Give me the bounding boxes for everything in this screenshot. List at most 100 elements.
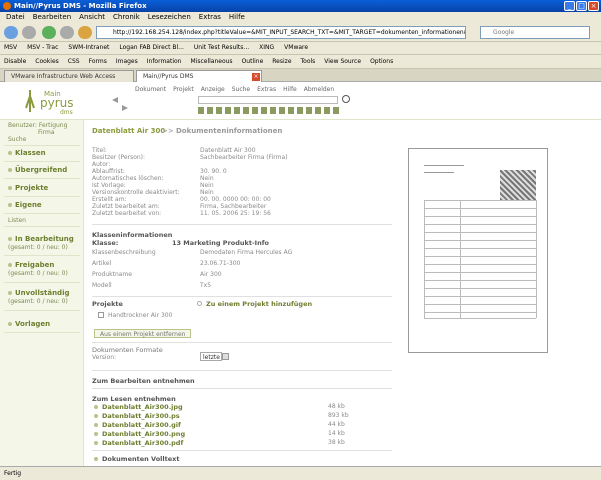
sidebar-item-klassen[interactable]: Klassen [15,149,46,157]
dev-css[interactable]: CSS [68,58,80,65]
toolbar-icon[interactable] [252,107,258,114]
sidebar-item-eigene[interactable]: Eigene [15,201,42,209]
minimize-button[interactable]: _ [564,1,575,11]
sidebar-lists-label: Listen [8,217,26,224]
forward-button[interactable] [22,26,36,39]
menu-lesezeichen[interactable]: Lesezeichen [148,13,191,22]
search-icon[interactable] [342,95,350,103]
menu-hilfe[interactable]: Hilfe [229,13,245,22]
dev-miscellaneous[interactable]: Miscellaneous [190,58,232,65]
file-link[interactable]: Datenblatt_Air300.gif [102,421,181,429]
dev-cookies[interactable]: Cookies [35,58,59,65]
tab-close-icon[interactable]: × [252,73,260,81]
dev-information[interactable]: Information [147,58,182,65]
app-menu-projekt[interactable]: Projekt [173,86,194,93]
toolbar-icon[interactable] [225,107,231,114]
file-link[interactable]: Datenblatt_Air300.png [102,430,185,438]
bookmark-item[interactable]: SWM-Intranet [68,44,109,52]
app-menu-anzeige[interactable]: Anzeige [201,86,225,93]
sidebar-item-projekte[interactable]: Projekte [15,184,48,192]
info-label: Besitzer (Person): [92,154,146,161]
toolbar-icon[interactable] [234,107,240,114]
remove-from-project-button[interactable]: Aus einem Projekt entfernen [94,329,192,338]
toolbar-icon[interactable] [270,107,276,114]
toolbar-icon[interactable] [279,107,285,114]
project-checkbox-label: Handtrockner Air 300 [108,312,173,319]
info-label: Zuletzt bearbeitet von: [92,210,162,217]
tab-pyrus[interactable]: Main//Pyrus DMS [136,70,262,82]
classinfo-label: Modell [92,282,112,289]
app-menu-suche[interactable]: Suche [232,86,250,93]
menubar: Datei Bearbeiten Ansicht Chronik Lesezei… [0,12,601,23]
sidebar-item-unvollstaendig[interactable]: Unvollständig [15,289,69,297]
sidebar-item-freigaben[interactable]: Freigaben [15,261,54,269]
dev-options[interactable]: Options [370,58,393,65]
app-menu-hilfe[interactable]: Hilfe [283,86,297,93]
bookmark-item[interactable]: XING [259,44,274,52]
menu-extras[interactable]: Extras [199,13,221,22]
bookmark-item[interactable]: MSV [4,44,17,52]
bookmark-item[interactable]: Logan FAB Direct Bl... [119,44,184,52]
add-to-project-link[interactable]: Zu einem Projekt hinzufügen [206,300,312,308]
toolbar-icon[interactable] [324,107,330,114]
sidebar: Benutzer: Fertigung Firma Suche Klassen … [0,120,84,466]
bookmark-item[interactable]: MSV - Trac [27,44,58,52]
toolbar-icon[interactable] [288,107,294,114]
toolbar-icon[interactable] [315,107,321,114]
menu-ansicht[interactable]: Ansicht [79,13,105,22]
sidebar-count: (gesamt: 0 / neu: 0) [8,270,68,277]
home-button[interactable] [78,26,92,39]
maximize-button[interactable]: □ [576,1,587,11]
menu-chronik[interactable]: Chronik [113,13,140,22]
app-search-input[interactable] [198,96,338,104]
app-menu-extras[interactable]: Extras [257,86,276,93]
sidebar-item-uebergreifend[interactable]: Übergreifend [15,166,67,174]
toolbar-icon[interactable] [198,107,204,114]
file-link[interactable]: Datenblatt_Air300.jpg [102,403,183,411]
version-select[interactable]: letzte [200,352,222,361]
toolbar-icon[interactable] [207,107,213,114]
stop-button[interactable] [60,26,74,39]
info-value: Nein [200,189,214,196]
bookmark-item[interactable]: VMware [284,44,308,52]
app-back-icon[interactable] [112,97,118,103]
chevron-down-icon[interactable] [222,353,229,360]
dev-images[interactable]: Images [116,58,138,65]
file-link[interactable]: Datenblatt_Air300.pdf [102,439,183,447]
toolbar-icon[interactable] [261,107,267,114]
menu-bearbeiten[interactable]: Bearbeiten [33,13,71,22]
app-menu-abmelden[interactable]: Abmelden [304,86,334,93]
dev-view-source[interactable]: View Source [324,58,361,65]
close-button[interactable]: × [588,1,599,11]
app-forward-icon[interactable] [122,105,128,111]
dev-outline[interactable]: Outline [242,58,264,65]
breadcrumb-doc[interactable]: Datenblatt Air 300 [92,127,165,135]
pyrus-logo[interactable]: Main pyrus dms [22,86,82,116]
toolbar-icon[interactable] [243,107,249,114]
sidebar-item-vorlagen[interactable]: Vorlagen [15,320,50,328]
url-input[interactable]: http://192.168.254.128/index.php?titleVa… [96,26,466,39]
file-link[interactable]: Datenblatt_Air300.ps [102,412,180,420]
toolbar-icon[interactable] [216,107,222,114]
bookmark-item[interactable]: Unit Test Results... [194,44,249,52]
add-project-icon[interactable] [197,301,202,306]
menu-datei[interactable]: Datei [6,13,25,22]
toolbar-icon[interactable] [333,107,339,114]
version-label: Version: [92,354,117,361]
toolbar-icon[interactable] [297,107,303,114]
dev-forms[interactable]: Forms [89,58,107,65]
search-input[interactable]: Google [480,26,590,39]
dev-tools[interactable]: Tools [301,58,316,65]
tab-vmware[interactable]: VMware Infrastructure Web Access [4,70,134,82]
reload-button[interactable] [42,26,56,39]
dev-disable[interactable]: Disable [4,58,26,65]
back-button[interactable] [4,26,18,39]
app-menu-dokument[interactable]: Dokument [135,86,166,93]
info-label: Zuletzt bearbeitet am: [92,203,160,210]
fulltext-title[interactable]: Dokumenten Volltext [102,455,179,463]
toolbar-icon[interactable] [306,107,312,114]
sidebar-user-name: Firma [38,129,55,136]
project-checkbox[interactable] [98,312,104,318]
sidebar-item-in-bearbeitung[interactable]: In Bearbeitung [15,235,74,243]
dev-resize[interactable]: Resize [272,58,291,65]
